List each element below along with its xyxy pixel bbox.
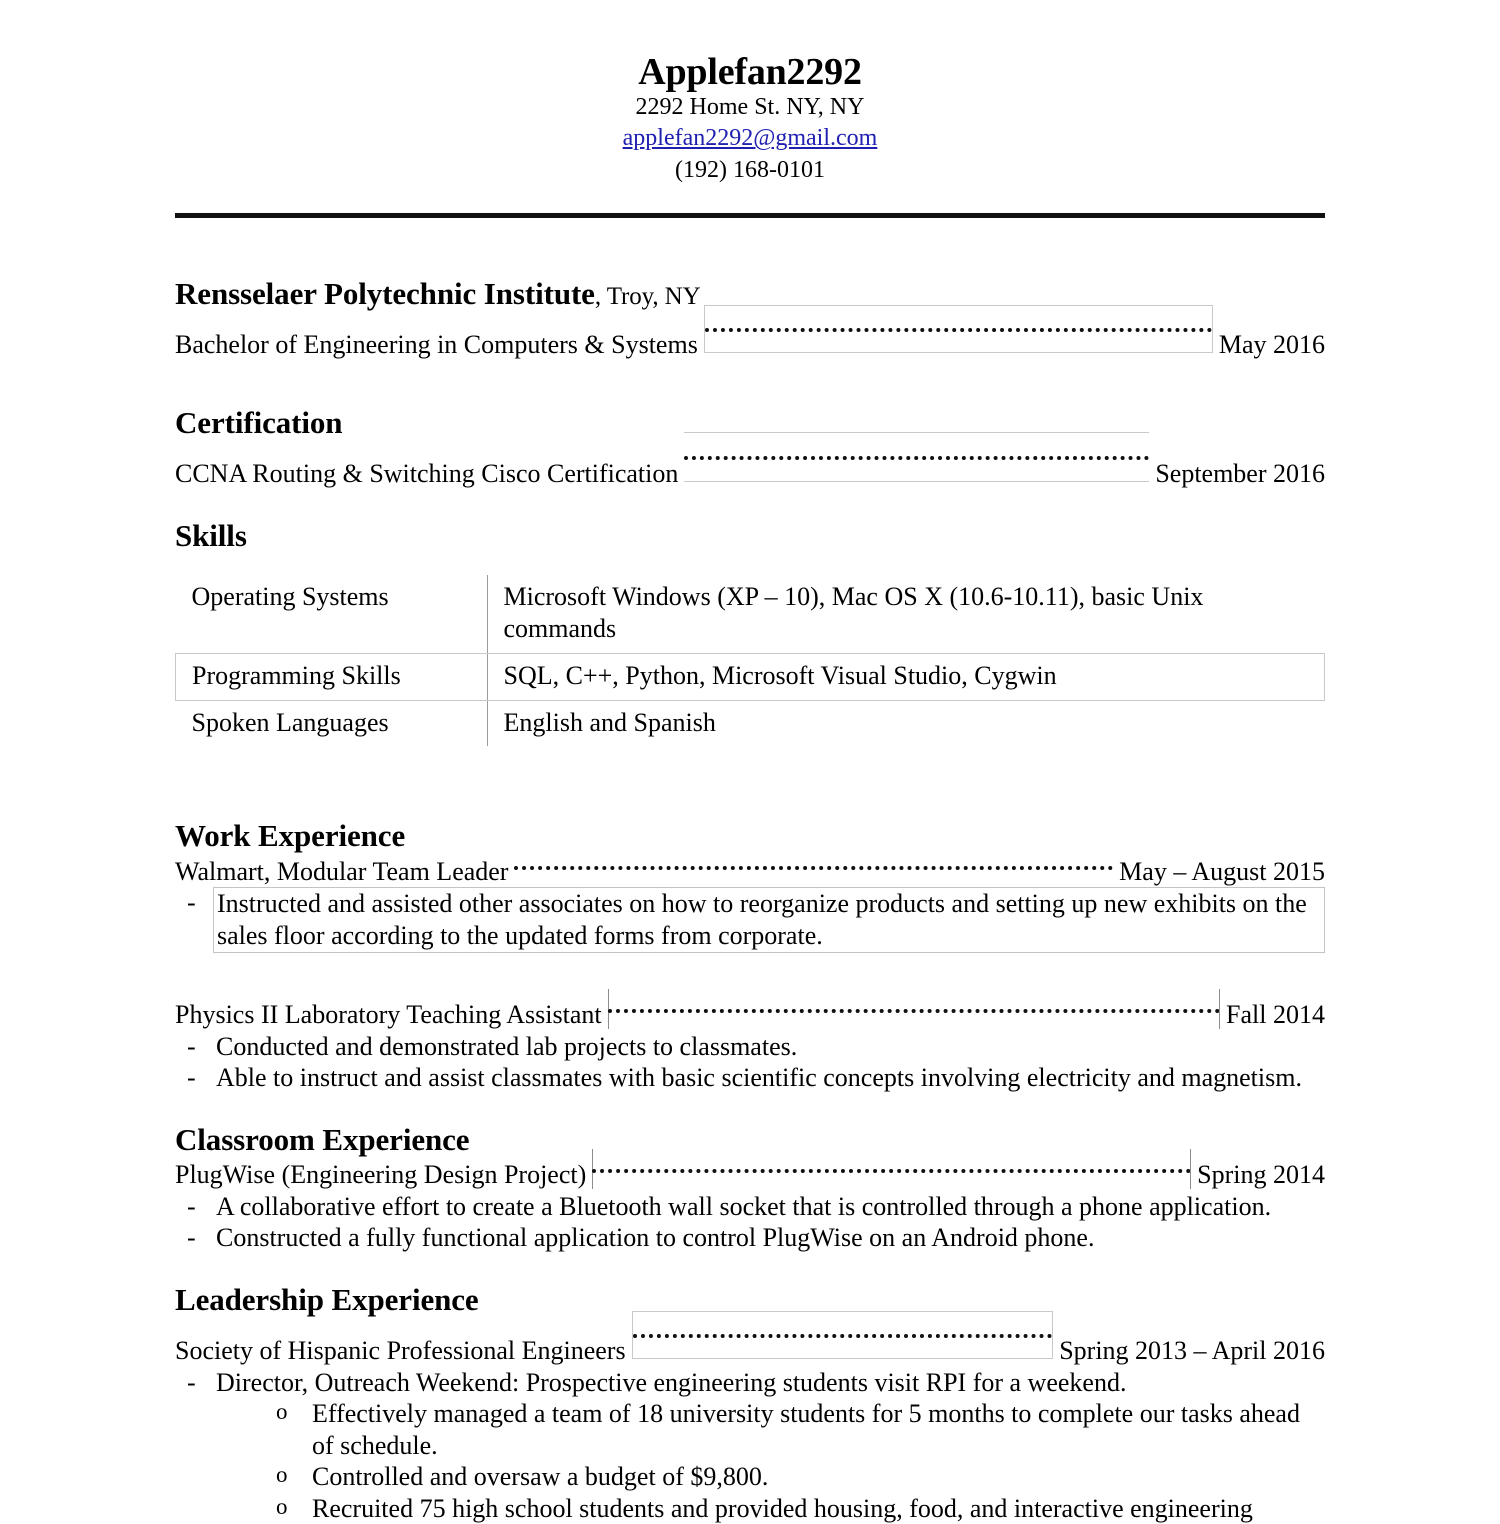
work-bullet-text: Instructed and assisted other associates…: [213, 887, 1325, 954]
leadership-subbullet-text: Recruited 75 high school students and pr…: [312, 1493, 1253, 1523]
list-item: - Director, Outreach Weekend: Prospectiv…: [175, 1367, 1325, 1398]
dash-bullet-icon: -: [187, 1191, 196, 1221]
dash-bullet-icon: -: [187, 1367, 196, 1397]
leader-dots-walmart: [514, 854, 1114, 880]
dash-bullet-icon: -: [187, 1063, 196, 1093]
work-entry-date: Fall 2014: [1226, 1000, 1325, 1030]
resume-page: Applefan2292 2292 Home St. NY, NY applef…: [0, 0, 1500, 1523]
list-item: o Controlled and oversaw a budget of $9,…: [175, 1461, 1325, 1492]
skills-row-value: English and Spanish: [503, 707, 716, 737]
classroom-experience-heading: Classroom Experience: [175, 1121, 470, 1157]
leadership-subbullet-text: Effectively managed a team of 18 univers…: [312, 1399, 1300, 1460]
list-item: o Effectively managed a team of 18 unive…: [175, 1398, 1325, 1461]
skills-heading: Skills: [175, 518, 247, 554]
work-entry-date: May – August 2015: [1119, 856, 1325, 886]
education-location: , Troy, NY: [594, 282, 701, 310]
resume-header: Applefan2292 2292 Home St. NY, NY applef…: [0, 0, 1500, 186]
leadership-entry-header: Society of Hispanic Professional Enginee…: [175, 1311, 1325, 1367]
email-link[interactable]: applefan2292@gmail.com: [623, 123, 878, 154]
skills-table: Operating Systems Microsoft Windows (XP …: [175, 575, 1325, 747]
dash-bullet-icon: -: [187, 1031, 196, 1061]
circle-bullet-icon: o: [276, 1462, 288, 1488]
table-row: Programming Skills SQL, C++, Python, Mic…: [175, 652, 1325, 701]
classroom-bullet-text: Constructed a fully functional applicati…: [216, 1223, 1095, 1253]
skills-row-value: Microsoft Windows (XP – 10), Mac OS X (1…: [487, 575, 1325, 654]
work-bullet-text: Conducted and demonstrated lab projects …: [216, 1031, 798, 1061]
table-row: Operating Systems Microsoft Windows (XP …: [175, 575, 1325, 654]
education-degree: Bachelor of Engineering in Computers & S…: [175, 330, 698, 360]
education-date: May 2016: [1218, 330, 1325, 360]
circle-bullet-icon: o: [276, 1399, 288, 1425]
candidate-address: 2292 Home St. NY, NY: [635, 94, 865, 121]
skills-row-label: Spoken Languages: [175, 700, 488, 747]
skills-row-label: Operating Systems: [175, 575, 488, 654]
leadership-subbullet-text: Controlled and oversaw a budget of $9,80…: [312, 1462, 769, 1492]
leadership-bullet-text: Director, Outreach Weekend: Prospective …: [216, 1367, 1127, 1397]
education-school: Rensselaer Polytechnic Institute: [175, 275, 595, 311]
list-item: - Conducted and demonstrated lab project…: [175, 1031, 1325, 1062]
certification-title: CCNA Routing & Switching Cisco Certifica…: [175, 459, 679, 489]
leadership-entry-date: Spring 2013 – April 2016: [1059, 1336, 1325, 1366]
classroom-entry-header: PlugWise (Engineering Design Project) Sp…: [175, 1149, 1325, 1191]
work-entry-header: Physics II Laboratory Teaching Assistant…: [175, 989, 1325, 1031]
leader-dots-certification: [684, 432, 1150, 483]
classroom-entry-date: Spring 2014: [1197, 1160, 1325, 1190]
classroom-bullet-text: A collaborative effort to create a Bluet…: [216, 1191, 1272, 1221]
candidate-name: Applefan2292: [638, 51, 862, 93]
certification-row: CCNA Routing & Switching Cisco Certifica…: [175, 432, 1325, 490]
work-bullet-text: Able to instruct and assist classmates w…: [216, 1063, 1302, 1093]
list-item: - Constructed a fully functional applica…: [175, 1222, 1325, 1253]
classroom-entry-title: PlugWise (Engineering Design Project): [175, 1160, 587, 1190]
leader-dots-plugwise: [592, 1149, 1192, 1190]
list-item: o Recruited 75 high school students and …: [175, 1493, 1325, 1524]
resume-body: Rensselaer Polytechnic Institute, Troy, …: [0, 218, 1500, 1524]
circle-bullet-icon: o: [276, 1493, 288, 1519]
skills-row-value: SQL, C++, Python, Microsoft Visual Studi…: [487, 652, 1325, 701]
dash-bullet-icon: -: [187, 888, 196, 918]
list-item: - Able to instruct and assist classmates…: [175, 1062, 1325, 1093]
certification-date: September 2016: [1155, 459, 1325, 489]
candidate-phone: (192) 168-0101: [675, 156, 825, 183]
leader-dots-shpe: [631, 1311, 1054, 1360]
work-entry-title: Physics II Laboratory Teaching Assistant: [175, 1000, 602, 1030]
skills-row-label: Programming Skills: [175, 652, 488, 701]
list-item: - Instructed and assisted other associat…: [175, 887, 1325, 954]
leader-dots-physics: [607, 989, 1221, 1030]
table-row: Spoken Languages English and Spanish: [175, 700, 1325, 747]
leadership-entry-title: Society of Hispanic Professional Enginee…: [175, 1336, 626, 1366]
leader-dots-education: [703, 305, 1213, 354]
work-experience-heading: Work Experience: [175, 818, 406, 854]
list-item: - A collaborative effort to create a Blu…: [175, 1191, 1325, 1222]
dash-bullet-icon: -: [187, 1223, 196, 1253]
education-degree-row: Bachelor of Engineering in Computers & S…: [175, 305, 1325, 361]
work-entry-header: Walmart, Modular Team Leader May – Augus…: [175, 854, 1325, 888]
work-entry-title: Walmart, Modular Team Leader: [175, 856, 509, 886]
